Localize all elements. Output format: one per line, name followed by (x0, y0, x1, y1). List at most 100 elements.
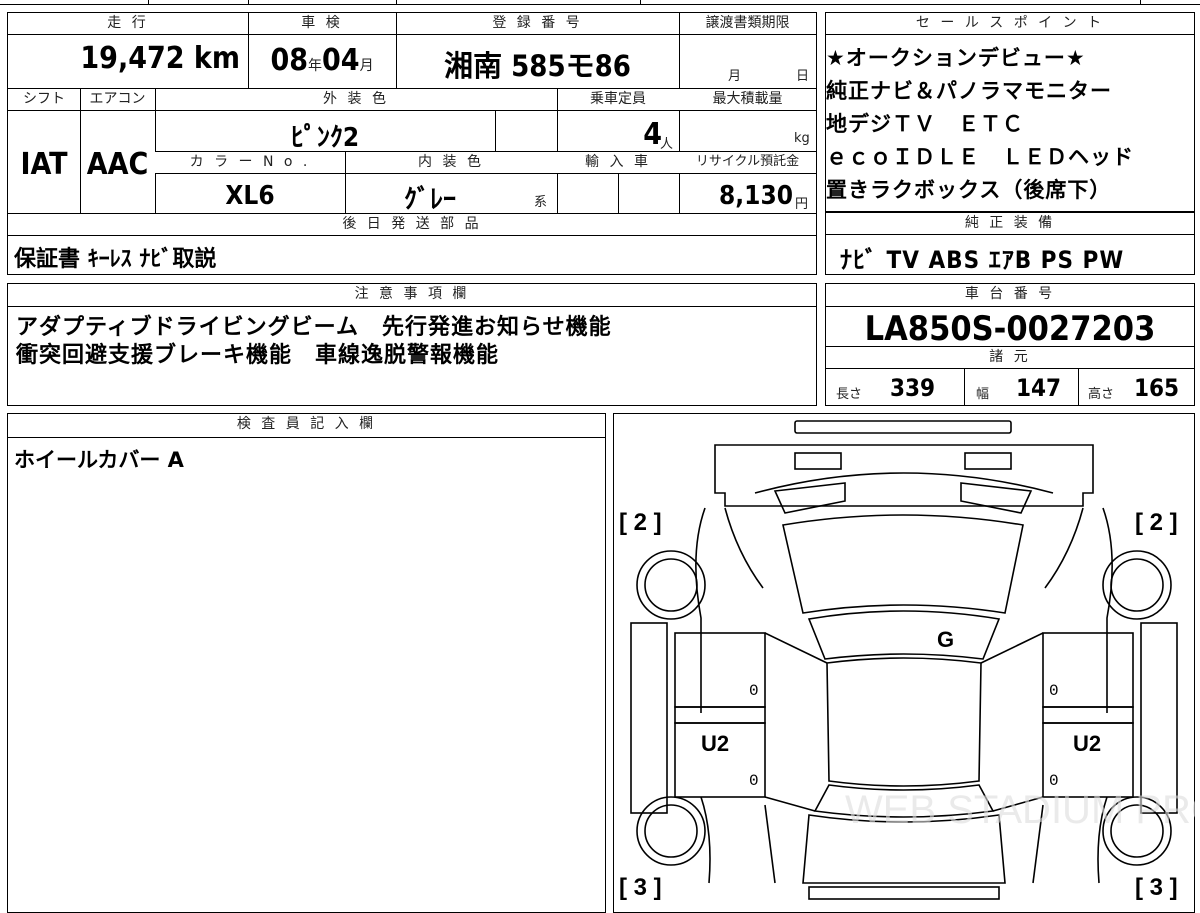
shaken-month-unit: 月 (359, 58, 374, 74)
chassis-specs-box: 車 台 番 号 LA850S-0027203 諸 元 長さ 339 幅 147 … (825, 283, 1195, 406)
left-front-door-zero: 0 (749, 682, 759, 700)
rear-left-mark: [ 3 ] (619, 874, 662, 900)
shaken-month: 04 (322, 43, 360, 78)
height-value: 165 (1134, 374, 1180, 402)
chassis-label: 車 台 番 号 (826, 284, 1194, 307)
later-parts-label: 後 日 発 送 部 品 (8, 214, 816, 236)
headlight-right (960, 482, 1033, 514)
mileage-label: 走 行 (8, 13, 248, 35)
rear-right-mark: [ 3 ] (1135, 874, 1178, 900)
front-right-mark: [ 2 ] (1135, 509, 1178, 536)
sales-point-item: 純正ナビ＆パノラマモニター (826, 79, 1112, 103)
ac-label: エアコン (80, 89, 155, 111)
interior-color-label: 内 装 色 (345, 152, 557, 174)
wheel-front-left (636, 550, 706, 620)
left-c-pillar (764, 796, 816, 812)
notes-box: 注 意 事 項 欄 アダプティブドライビングビーム 先行発進お知らせ機能 衝突回… (7, 283, 817, 406)
front-grille-left (794, 452, 842, 470)
interior-color-value: ｸﾞﾚｰ (403, 185, 456, 215)
left-sill (630, 622, 668, 814)
shaken-value: 08年04月 (248, 43, 396, 78)
vehicle-info-table: 走 行 車 検 登 録 番 号 譲渡書類期限 19,472 km 08年04月 … (7, 12, 817, 275)
equipment-box: 純 正 装 備 ﾅﾋﾞ TV ABS ｴｱB PS PW (825, 212, 1195, 275)
wheel-rear-left-inner (644, 804, 698, 858)
right-front-fender (1102, 507, 1113, 713)
hood-line (754, 472, 1054, 494)
max-load-label: 最大積載量 (679, 89, 816, 111)
wheel-rear-left (636, 796, 706, 866)
registration-value: 湘南 585モ86 (444, 49, 631, 83)
shaken-year-unit: 年 (308, 58, 322, 74)
registration-label: 登 録 番 号 (396, 13, 679, 35)
width-label: 幅 (976, 387, 990, 402)
front-left-mark: [ 2 ] (619, 509, 662, 536)
right-front-door-zero: 0 (1049, 682, 1059, 700)
left-rear-door-zero: 0 (749, 772, 759, 790)
notes-label: 注 意 事 項 欄 (8, 284, 816, 307)
headlight-left (773, 482, 846, 514)
right-a-pillar (980, 632, 1044, 664)
shaken-year: 08 (270, 43, 308, 78)
right-door-mark: U2 (1073, 731, 1101, 756)
recycle-deposit-unit: 円 (795, 197, 809, 212)
note-line: アダプティブドライビングビーム 先行発進お知らせ機能 (16, 315, 612, 340)
roof (826, 657, 982, 787)
recycle-deposit-label: リサイクル預託金 (679, 152, 816, 174)
chassis-number: LA850S-0027203 (864, 309, 1156, 349)
shaken-label: 車 検 (248, 13, 396, 35)
left-a-pillar (764, 632, 828, 664)
windshield (807, 610, 1001, 660)
exterior-color-value: ﾋﾟﾝｸ2 (290, 123, 360, 153)
sales-points-list: ★オークションデビュー★ 純正ナビ＆パノラマモニター 地デジＴＶ ＥＴＣ ｅｃｏ… (826, 42, 1196, 207)
front-bumper (714, 444, 1094, 507)
exterior-color-label: 外 装 色 (155, 89, 557, 111)
right-sill (1140, 622, 1178, 814)
inspector-note: ホイールカバー A (14, 448, 184, 472)
left-rear-quarter (764, 804, 776, 884)
left-pillar (674, 706, 766, 724)
inspector-label: 検 査 員 記 入 欄 (8, 414, 605, 438)
notes-text: アダプティブドライビングビーム 先行発進お知らせ機能 衝突回避支援ブレーキ機能 … (16, 314, 612, 370)
import-label: 輸 入 車 (557, 152, 679, 174)
inspector-box: 検 査 員 記 入 欄 ホイールカバー A (7, 413, 606, 913)
ac-value: AAC (86, 147, 149, 182)
sales-point-item: 地デジＴＶ ＥＴＣ (826, 112, 1024, 136)
transfer-deadline-label: 譲渡書類期限 (679, 13, 816, 35)
left-rear-fender (700, 796, 711, 884)
capacity-value: 4 (643, 117, 662, 152)
width-value: 147 (1016, 374, 1062, 402)
length-label: 長さ (836, 387, 863, 402)
color-no-value: XL6 (225, 181, 275, 211)
left-fender-inner (724, 507, 764, 589)
sales-points-label: セ ー ル ス ポ イ ン ト (826, 13, 1194, 35)
wheel-front-left-inner (644, 558, 698, 612)
capacity-unit: 人 (660, 137, 674, 152)
note-line: 衝突回避支援ブレーキ機能 車線逸脱警報機能 (16, 343, 500, 368)
watermark: WEB STADIUM PRO (845, 788, 1195, 832)
sales-point-item: 置きラクボックス（後席下） (826, 178, 1112, 202)
car-damage-diagram: [ 2 ] [ 2 ] [ 3 ] [ 3 ] G U2 U2 0 0 0 0 … (619, 420, 1195, 900)
front-bumper-bar (794, 420, 1012, 434)
wheel-front-right-inner (1110, 558, 1164, 612)
specs-label: 諸 元 (826, 347, 1194, 369)
front-grille-right (964, 452, 1012, 470)
shift-value: IAT (20, 147, 68, 182)
right-pillar (1042, 706, 1134, 724)
max-load-unit: kg (794, 131, 810, 146)
equipment-label: 純 正 装 備 (826, 212, 1194, 235)
sales-point-item: ★オークションデビュー★ (826, 46, 1086, 70)
shift-label: シフト (8, 89, 80, 111)
left-front-fender (695, 507, 706, 713)
equipment-value: ﾅﾋﾞ TV ABS ｴｱB PS PW (840, 246, 1125, 274)
length-value: 339 (890, 374, 936, 402)
interior-color-suffix: 系 (534, 195, 548, 210)
rear-bumper (808, 886, 1000, 900)
transfer-month-unit: 月 (728, 69, 742, 84)
wheel-front-right (1102, 550, 1172, 620)
capacity-label: 乗車定員 (557, 89, 679, 111)
windshield-mark: G (937, 627, 954, 652)
top-cutoff-strip (0, 0, 1200, 6)
hood (782, 514, 1024, 614)
sales-point-item: ｅｃｏＩＤＬＥ ＬＥＤヘッド (826, 145, 1134, 169)
color-no-label: カ ラ ー N o . (155, 152, 345, 174)
